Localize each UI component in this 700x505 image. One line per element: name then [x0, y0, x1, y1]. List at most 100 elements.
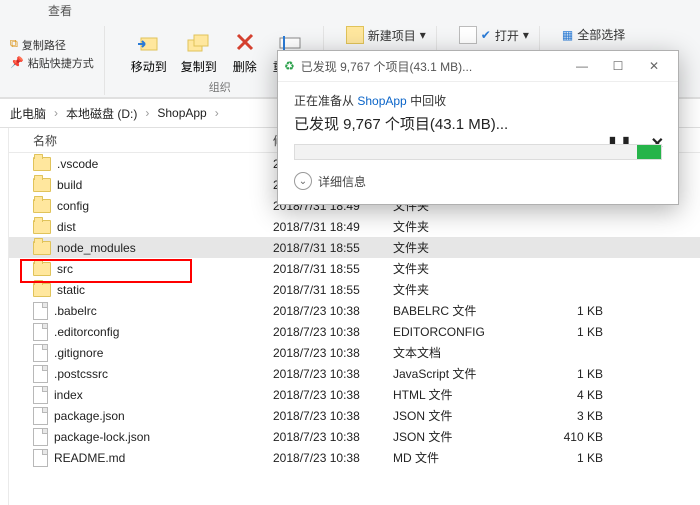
file-icon — [33, 323, 48, 341]
item-type: 文件夹 — [393, 218, 533, 235]
item-type: 文件夹 — [393, 239, 533, 256]
item-name: build — [57, 178, 82, 192]
item-date: 2018/7/23 10:38 — [273, 451, 393, 465]
folder-icon — [33, 178, 51, 192]
list-item[interactable]: .postcssrc2018/7/23 10:38JavaScript 文件1 … — [9, 363, 700, 384]
folder-icon — [33, 262, 51, 276]
breadcrumb-drive[interactable]: 本地磁盘 (D:) — [62, 105, 141, 122]
item-type: 文件夹 — [393, 260, 533, 277]
item-name: static — [57, 283, 85, 297]
folder-icon — [33, 199, 51, 213]
item-name: .babelrc — [54, 304, 97, 318]
item-type: BABELRC 文件 — [393, 302, 533, 319]
folder-icon — [33, 283, 51, 297]
delete-button[interactable]: 删除 — [227, 26, 263, 77]
paste-shortcut-button[interactable]: 📌粘贴快捷方式 — [10, 55, 94, 71]
item-name: package.json — [54, 409, 125, 423]
close-button[interactable]: ✕ — [636, 52, 672, 80]
maximize-button[interactable]: ☐ — [600, 52, 636, 80]
list-item[interactable]: README.md 2018/7/23 10:38MD 文件1 KB — [9, 447, 700, 468]
item-name: node_modules — [57, 241, 136, 255]
list-item[interactable]: node_modules 2018/7/31 18:55文件夹 — [9, 237, 700, 258]
copy-path-button[interactable]: ⧉复制路径 — [10, 37, 94, 53]
item-type: JSON 文件 — [393, 428, 533, 445]
breadcrumb-pc[interactable]: 此电脑 — [6, 105, 50, 122]
list-item[interactable]: .babelrc 2018/7/23 10:38BABELRC 文件1 KB — [9, 300, 700, 321]
open-dropdown[interactable]: ✔打开▾ — [459, 26, 529, 44]
item-name: .postcssrc — [54, 367, 108, 381]
item-name: config — [57, 199, 89, 213]
item-type: 文本文档 — [393, 344, 533, 361]
item-size: 1 KB — [533, 304, 603, 318]
item-size: 1 KB — [533, 325, 603, 339]
list-item[interactable]: .editorconfig2018/7/23 10:38EDITORCONFIG… — [9, 321, 700, 342]
nav-sidebar — [0, 128, 9, 505]
recycle-icon: ♻ — [284, 59, 295, 73]
group-label-clipboard — [50, 81, 53, 95]
item-date: 2018/7/23 10:38 — [273, 304, 393, 318]
item-type: EDITORCONFIG — [393, 325, 533, 339]
select-all-button[interactable]: ▦全部选择 — [562, 26, 625, 43]
item-date: 2018/7/23 10:38 — [273, 409, 393, 423]
item-date: 2018/7/23 10:38 — [273, 325, 393, 339]
list-item[interactable]: package.json2018/7/23 10:38JSON 文件3 KB — [9, 405, 700, 426]
chevron-down-icon: ▾ — [420, 28, 426, 42]
folder-icon — [33, 220, 51, 234]
list-item[interactable]: index 2018/7/23 10:38HTML 文件4 KB — [9, 384, 700, 405]
item-date: 2018/7/23 10:38 — [273, 388, 393, 402]
item-size: 1 KB — [533, 451, 603, 465]
item-name: dist — [57, 220, 76, 234]
file-icon — [33, 365, 48, 383]
item-name: src — [57, 262, 73, 276]
list-item[interactable]: package-lock.json 2018/7/23 10:38JSON 文件4… — [9, 426, 700, 447]
delete-progress-dialog: ♻ 已发现 9,767 个项目(43.1 MB)... — ☐ ✕ 正在准备从 … — [277, 50, 679, 205]
list-item[interactable]: .gitignore2018/7/23 10:38文本文档 — [9, 342, 700, 363]
item-date: 2018/7/31 18:55 — [273, 241, 393, 255]
dialog-source-line: 正在准备从 ShopApp 中回收 — [294, 92, 662, 109]
item-type: MD 文件 — [393, 449, 533, 466]
list-item[interactable]: src 2018/7/31 18:55文件夹 — [9, 258, 700, 279]
breadcrumb-folder[interactable]: ShopApp — [153, 106, 210, 120]
item-size: 4 KB — [533, 388, 603, 402]
copy-to-icon — [185, 28, 213, 56]
file-icon — [33, 386, 48, 404]
item-type: 文件夹 — [393, 281, 533, 298]
chevron-down-icon: ⌄ — [294, 172, 312, 190]
move-to-icon — [135, 28, 163, 56]
new-item-dropdown[interactable]: 新建项目▾ — [346, 26, 426, 44]
item-type: JSON 文件 — [393, 407, 533, 424]
group-label-organize: 组织 — [209, 77, 231, 95]
delete-icon — [231, 28, 259, 56]
item-name: README.md — [54, 451, 125, 465]
list-item[interactable]: dist 2018/7/31 18:49文件夹 — [9, 216, 700, 237]
item-type: JavaScript 文件 — [393, 365, 533, 382]
progress-bar — [294, 144, 662, 160]
dialog-count-line: 已发现 9,767 个项目(43.1 MB)... — [294, 113, 662, 134]
item-date: 2018/7/23 10:38 — [273, 346, 393, 360]
item-name: index — [54, 388, 83, 402]
source-link[interactable]: ShopApp — [357, 94, 406, 108]
copy-to-button[interactable]: 复制到 — [177, 26, 221, 77]
dialog-title: 已发现 9,767 个项目(43.1 MB)... — [301, 58, 472, 75]
minimize-button[interactable]: — — [564, 52, 600, 80]
item-date: 2018/7/31 18:49 — [273, 220, 393, 234]
item-name: package-lock.json — [54, 430, 150, 444]
move-to-button[interactable]: 移动到 — [127, 26, 171, 77]
file-icon — [33, 449, 48, 467]
item-date: 2018/7/23 10:38 — [273, 430, 393, 444]
tab-view[interactable]: 查看 — [38, 0, 82, 22]
file-icon — [33, 344, 48, 362]
item-date: 2018/7/31 18:55 — [273, 283, 393, 297]
item-date: 2018/7/23 10:38 — [273, 367, 393, 381]
details-toggle[interactable]: ⌄ 详细信息 — [294, 172, 662, 190]
item-name: .vscode — [57, 157, 98, 171]
file-icon — [33, 407, 48, 425]
list-item[interactable]: static 2018/7/31 18:55文件夹 — [9, 279, 700, 300]
item-date: 2018/7/31 18:55 — [273, 262, 393, 276]
item-size: 410 KB — [533, 430, 603, 444]
file-icon — [33, 428, 48, 446]
item-type: HTML 文件 — [393, 386, 533, 403]
folder-icon — [33, 241, 51, 255]
file-icon — [33, 302, 48, 320]
folder-icon — [33, 157, 51, 171]
